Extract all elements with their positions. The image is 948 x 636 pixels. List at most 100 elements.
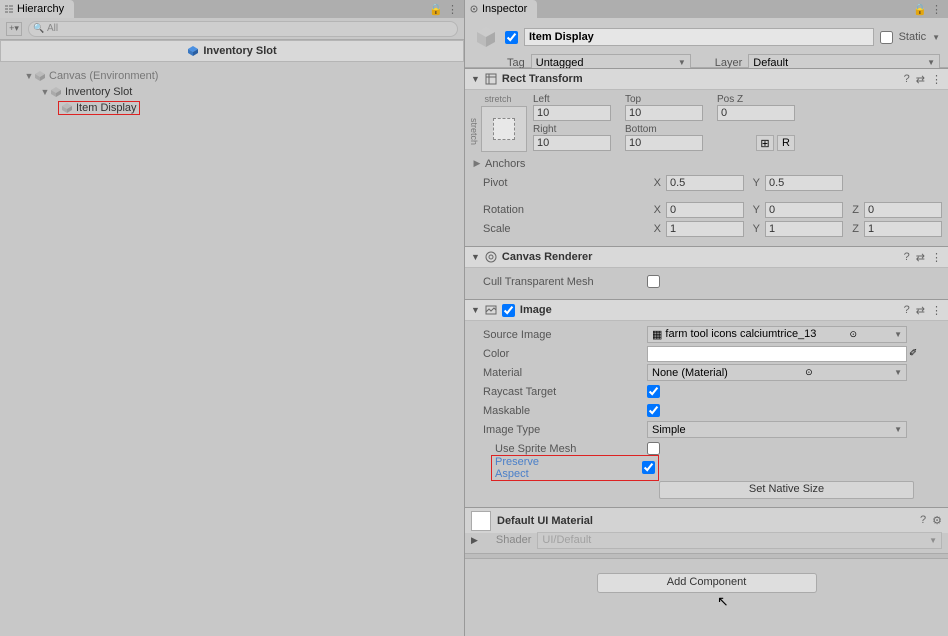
shader-row: ▶ Shader UI/Default xyxy=(465,533,948,553)
image-body: Source Image▦farm tool icons calciumtric… xyxy=(465,321,948,507)
expand-arrow-icon[interactable]: ▼ xyxy=(24,71,34,81)
lock-icon[interactable]: 🔒 xyxy=(429,3,443,16)
maskable-label: Maskable xyxy=(471,405,647,417)
eyedropper-icon[interactable]: ✐ xyxy=(909,348,917,359)
gameobject-icon xyxy=(61,102,73,114)
cull-checkbox[interactable] xyxy=(647,275,660,288)
static-dropdown-icon[interactable]: ▼ xyxy=(932,33,940,42)
lock-icon[interactable]: 🔒 xyxy=(913,3,927,16)
top-field[interactable] xyxy=(625,105,703,121)
material-label: Material xyxy=(471,367,647,379)
source-image-field[interactable]: ▦farm tool icons calciumtrice_13⊙ xyxy=(647,326,907,343)
hierarchy-icon xyxy=(4,4,14,14)
maskable-checkbox[interactable] xyxy=(647,404,660,417)
kebab-menu-icon[interactable]: ⋮ xyxy=(931,3,942,16)
kebab-menu-icon[interactable]: ⋮ xyxy=(447,3,458,16)
tree-row-item-display[interactable]: Item Display xyxy=(8,100,456,116)
color-swatch[interactable] xyxy=(647,346,907,362)
left-field[interactable] xyxy=(533,105,611,121)
collapse-arrow-icon[interactable]: ▼ xyxy=(471,305,480,315)
kebab-menu-icon[interactable]: ⋮ xyxy=(931,304,942,317)
stretch-label-v: stretch xyxy=(469,118,479,145)
collapse-arrow-icon[interactable]: ▼ xyxy=(471,74,480,84)
collapse-arrow-icon[interactable]: ▼ xyxy=(471,252,480,262)
stretch-label-h: stretch xyxy=(484,94,511,104)
search-input[interactable]: All xyxy=(28,21,458,37)
hierarchy-tree: ▼ Canvas (Environment) ▼ Inventory Slot … xyxy=(0,62,464,122)
canvas-renderer-title: Canvas Renderer xyxy=(502,251,593,263)
breadcrumb-label: Inventory Slot xyxy=(203,45,276,57)
help-icon[interactable]: ? xyxy=(904,251,910,264)
inspector-tab[interactable]: Inspector xyxy=(465,0,537,18)
expand-arrow-icon[interactable]: ▶ xyxy=(471,158,483,169)
canvas-renderer-header[interactable]: ▼ Canvas Renderer ? ⇄ ⋮ xyxy=(465,246,948,268)
sprite-icon: ▦ xyxy=(652,328,662,341)
expand-arrow-icon[interactable]: ▼ xyxy=(40,87,50,97)
rot-z-field[interactable] xyxy=(864,202,942,218)
hierarchy-panel: Hierarchy 🔒 ⋮ +▾ All Inventory Slot ▼ Ca… xyxy=(0,0,465,636)
scl-y-field[interactable] xyxy=(765,221,843,237)
rect-transform-body: stretch stretch LeftTopPos Z Rig xyxy=(465,90,948,246)
rect-transform-header[interactable]: ▼ Rect Transform ? ⇄ ⋮ xyxy=(465,68,948,90)
gameobject-name-field[interactable] xyxy=(524,28,874,46)
static-checkbox[interactable] xyxy=(880,31,893,44)
material-field[interactable]: None (Material)⊙ xyxy=(647,364,907,381)
tree-label-inventory-slot: Inventory Slot xyxy=(65,86,132,98)
breadcrumb[interactable]: Inventory Slot xyxy=(0,40,464,62)
gameobject-cube-icon[interactable] xyxy=(473,24,499,50)
posz-field[interactable] xyxy=(717,105,795,121)
kebab-menu-icon[interactable]: ⋮ xyxy=(931,251,942,264)
preset-icon[interactable]: ⇄ xyxy=(916,251,925,264)
help-icon[interactable]: ? xyxy=(904,73,910,86)
rect-transform-title: Rect Transform xyxy=(502,73,583,85)
image-type-label: Image Type xyxy=(471,424,647,436)
kebab-menu-icon[interactable]: ⋮ xyxy=(931,73,942,86)
pivot-x-field[interactable] xyxy=(666,175,744,191)
bottom-field[interactable] xyxy=(625,135,703,151)
gameobject-icon xyxy=(50,86,62,98)
help-icon[interactable]: ? xyxy=(904,304,910,317)
help-icon[interactable]: ? xyxy=(920,514,926,527)
rot-x-field[interactable] xyxy=(666,202,744,218)
rot-y-field[interactable] xyxy=(765,202,843,218)
image-header[interactable]: ▼ Image ? ⇄ ⋮ xyxy=(465,299,948,321)
blueprint-mode-button[interactable]: ⊞ xyxy=(756,135,774,151)
set-native-size-button[interactable]: Set Native Size xyxy=(659,481,914,499)
material-header[interactable]: Default UI Material ? ⚙ xyxy=(465,507,948,533)
hierarchy-tab-bar: Hierarchy 🔒 ⋮ xyxy=(0,0,464,18)
anchor-preset-button[interactable] xyxy=(481,106,527,152)
raycast-checkbox[interactable] xyxy=(647,385,660,398)
scl-z-field[interactable] xyxy=(864,221,942,237)
anchors-label: Anchors xyxy=(483,158,659,170)
create-dropdown[interactable]: +▾ xyxy=(6,22,22,36)
right-field[interactable] xyxy=(533,135,611,151)
image-enabled-checkbox[interactable] xyxy=(502,304,515,317)
tree-row-canvas[interactable]: ▼ Canvas (Environment) xyxy=(8,68,456,84)
color-label: Color xyxy=(471,348,647,360)
inspector-tab-label: Inspector xyxy=(482,3,527,15)
gameobject-icon xyxy=(34,70,46,82)
use-sprite-mesh-checkbox[interactable] xyxy=(647,442,660,455)
gameobject-enabled-checkbox[interactable] xyxy=(505,31,518,44)
hierarchy-tab-label: Hierarchy xyxy=(17,3,64,15)
image-type-dropdown[interactable]: Simple xyxy=(647,421,907,438)
raw-edit-button[interactable]: R xyxy=(777,135,795,151)
cull-label: Cull Transparent Mesh xyxy=(471,276,647,288)
preserve-aspect-checkbox[interactable] xyxy=(642,461,655,474)
static-label: Static xyxy=(899,31,927,43)
scl-x-field[interactable] xyxy=(666,221,744,237)
image-component-icon xyxy=(485,304,497,316)
inspector-tab-controls: 🔒 ⋮ xyxy=(913,0,942,18)
tag-label: Tag xyxy=(507,57,525,69)
tree-row-inventory-slot[interactable]: ▼ Inventory Slot xyxy=(8,84,456,100)
hierarchy-tab[interactable]: Hierarchy xyxy=(0,0,74,18)
pivot-y-field[interactable] xyxy=(765,175,843,191)
preset-icon[interactable]: ⇄ xyxy=(916,304,925,317)
raycast-label: Raycast Target xyxy=(471,386,647,398)
image-title: Image xyxy=(520,304,552,316)
gear-icon[interactable]: ⚙ xyxy=(932,514,942,527)
preset-icon[interactable]: ⇄ xyxy=(916,73,925,86)
material-title: Default UI Material xyxy=(497,515,593,527)
add-component-button[interactable]: Add Component xyxy=(597,573,817,593)
expand-arrow-icon[interactable]: ▶ xyxy=(471,535,478,546)
